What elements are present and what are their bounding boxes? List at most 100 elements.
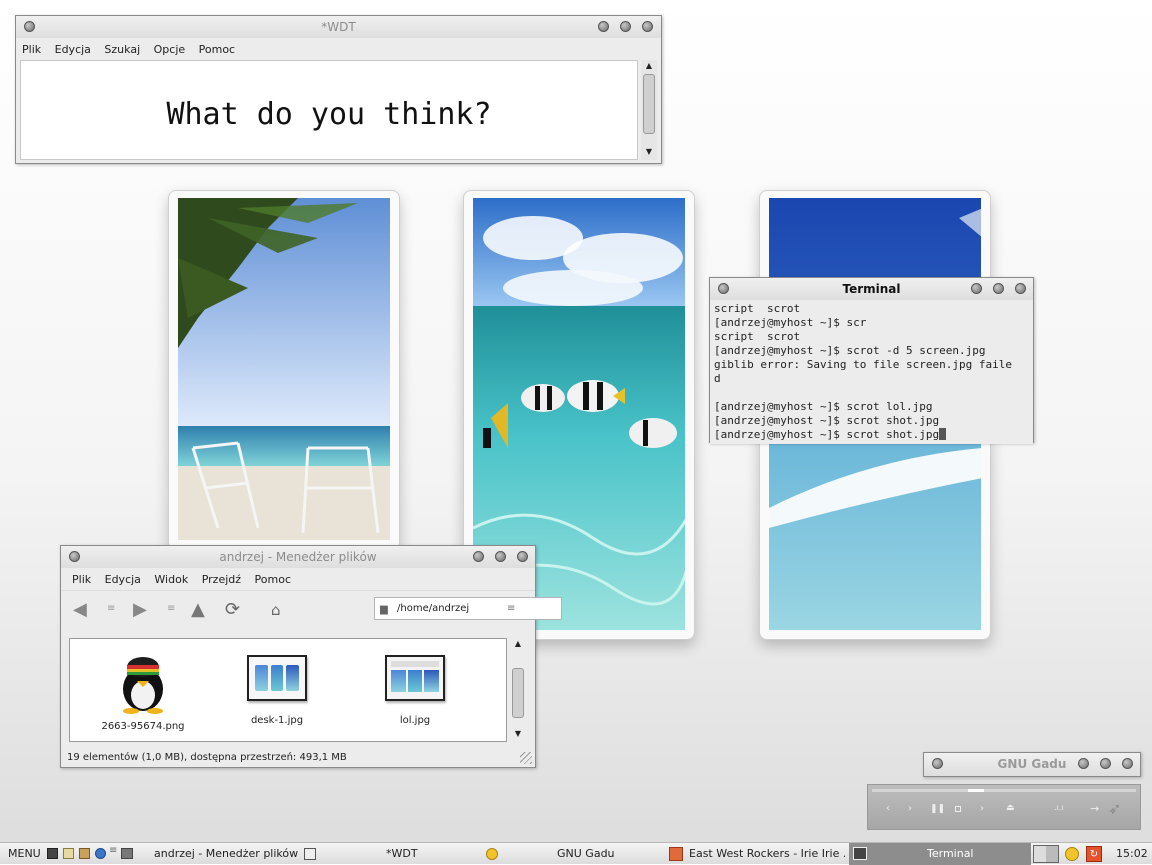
seek-handle[interactable] — [968, 789, 984, 792]
menu-edycja[interactable]: Edycja — [105, 570, 141, 590]
close-button[interactable] — [517, 551, 528, 562]
update-notifier-icon[interactable]: ↻ — [1086, 846, 1102, 862]
task-terminal-label: Terminal — [927, 847, 974, 860]
scroll-up-icon[interactable]: ▲ — [510, 638, 526, 650]
previous-icon[interactable]: ‹ — [886, 803, 890, 814]
player-task-icon — [669, 847, 683, 861]
resize-grip-icon[interactable] — [520, 752, 532, 764]
scroll-thumb[interactable] — [512, 668, 524, 718]
forward-history-icon[interactable]: ≡ — [167, 603, 187, 623]
terminal-line: [andrzej@myhost ~]$ scr — [714, 316, 867, 329]
maximize-button[interactable] — [993, 283, 1004, 294]
maximize-button[interactable] — [1100, 758, 1111, 769]
wdt-scrollbar[interactable]: ▲ ▼ — [641, 60, 657, 160]
back-history-icon[interactable]: ≡ — [107, 603, 127, 623]
menu-przejdz[interactable]: Przejdź — [202, 570, 241, 590]
refresh-icon[interactable]: ⟳ — [225, 599, 245, 620]
wdt-menubar: Plik Edycja Szukaj Opcje Pomoc — [16, 40, 661, 60]
menu-button[interactable]: MENU — [8, 843, 41, 865]
list-launcher-icon[interactable]: ≡ — [109, 845, 117, 856]
next-icon[interactable]: › — [980, 803, 984, 814]
terminal-titlebar[interactable]: Terminal — [710, 278, 1033, 300]
browser-launcher-icon[interactable] — [95, 848, 106, 859]
editor-launcher-icon[interactable] — [63, 848, 74, 859]
task-wdt[interactable]: *WDT — [386, 843, 418, 865]
files-launcher-icon[interactable] — [121, 848, 133, 859]
file-manager-titlebar[interactable]: andrzej - Menedżer plików — [61, 546, 535, 568]
home-icon[interactable]: ⌂ — [271, 601, 291, 621]
minimize-button[interactable] — [598, 21, 609, 32]
beach-image — [178, 198, 390, 540]
terminal-line: giblib error: Saving to file screen.jpg … — [714, 358, 1013, 371]
file-item[interactable]: lol.jpg — [360, 653, 470, 726]
editor-task-icon — [304, 848, 316, 860]
wdt-text: What do you think? — [166, 97, 492, 132]
terminal-output[interactable]: script scrot [andrzej@myhost ~]$ scr scrip… — [710, 300, 1033, 444]
rewind-icon[interactable]: › — [908, 803, 912, 814]
menu-pomoc[interactable]: Pomoc — [255, 570, 291, 590]
pause-icon[interactable]: ❚❚ — [930, 804, 945, 814]
terminal-line: script scrot — [714, 302, 801, 315]
back-arrow-icon[interactable]: ◀ — [73, 599, 93, 620]
terminal-line: [andrzej@myhost ~]$ scrot shot.jpg — [714, 414, 940, 427]
file-item[interactable]: 2663-95674.png — [88, 653, 198, 732]
minimize-button[interactable] — [971, 283, 982, 294]
file-item[interactable]: desk-1.jpg — [222, 653, 332, 726]
seek-bar[interactable] — [872, 789, 1136, 792]
menu-edycja[interactable]: Edycja — [55, 40, 91, 60]
scroll-up-icon[interactable]: ▲ — [641, 60, 657, 72]
volume-icon[interactable]: .ı.ı — [1054, 803, 1064, 812]
wdt-titlebar[interactable]: *WDT — [16, 16, 661, 38]
scroll-down-icon[interactable]: ▼ — [510, 728, 526, 740]
task-gnu-gadu[interactable]: GNU Gadu — [557, 843, 615, 865]
terminal-line: script scrot — [714, 330, 801, 343]
wallpaper-photo-beach — [168, 190, 400, 550]
location-menu-icon[interactable]: ≡ — [507, 603, 527, 623]
terminal-cursor — [939, 428, 947, 440]
bird-logo-icon: ➶ — [1108, 799, 1122, 818]
terminal-line: [andrzej@myhost ~]$ scrot shot.jpg — [714, 428, 940, 441]
menu-widok[interactable]: Widok — [154, 570, 188, 590]
desktop-pager-icon[interactable] — [1033, 845, 1059, 863]
menu-plik[interactable]: Plik — [22, 40, 41, 60]
minimize-button[interactable] — [473, 551, 484, 562]
menu-plik[interactable]: Plik — [72, 570, 91, 590]
terminal-task-icon — [853, 847, 867, 860]
close-button[interactable] — [1122, 758, 1133, 769]
forward-arrow-icon[interactable]: ▶ — [133, 599, 153, 620]
file-list-scrollbar[interactable]: ▲ ▼ — [510, 638, 526, 742]
notes-launcher-icon[interactable] — [79, 848, 90, 859]
menu-opcje[interactable]: Opcje — [154, 40, 186, 60]
task-terminal[interactable]: Terminal — [849, 843, 1031, 865]
file-list[interactable]: 2663-95674.png desk-1.jpg lol.jpg — [69, 638, 507, 742]
gadu-status-icon[interactable] — [1065, 847, 1079, 861]
clock: 15:02 — [1116, 847, 1148, 860]
penguin-image-icon — [123, 657, 163, 714]
file-manager-toolbar: ◀ ≡ ▶ ≡ ▲ ⟳ ⌂ ▆ /home/andrzej ≡ — [61, 590, 562, 626]
minimize-button[interactable] — [1078, 758, 1089, 769]
up-arrow-icon[interactable]: ▲ — [191, 599, 211, 620]
terminal-line: [andrzej@myhost ~]$ scrot -d 5 screen.jp… — [714, 344, 986, 357]
wdt-text-area[interactable]: What do you think? — [20, 60, 638, 160]
close-button[interactable] — [1015, 283, 1026, 294]
maximize-button[interactable] — [620, 21, 631, 32]
scroll-down-icon[interactable]: ▼ — [641, 146, 657, 158]
gnu-gadu-titlebar[interactable]: GNU Gadu — [924, 753, 1140, 776]
task-music-player[interactable]: East West Rockers - Irie Irie ... — [689, 843, 845, 865]
window-title: *WDT — [321, 20, 356, 34]
terminal-prompt-line[interactable]: [andrzej@myhost ~]$ scrot shot.jpg — [714, 428, 1029, 442]
menu-szukaj[interactable]: Szukaj — [104, 40, 140, 60]
repeat-icon[interactable]: → — [1090, 802, 1099, 815]
close-button[interactable] — [642, 21, 653, 32]
menu-pomoc[interactable]: Pomoc — [199, 40, 235, 60]
scroll-thumb[interactable] — [643, 74, 655, 134]
stop-icon[interactable] — [955, 806, 961, 812]
eject-icon[interactable]: ⏏ — [1006, 803, 1015, 813]
taskbar: MENU ≡ andrzej - Menedżer plików *WDT GN… — [0, 842, 1152, 865]
status-bar: 19 elementów (1,0 MB), dostępna przestrz… — [67, 752, 347, 763]
gnu-gadu-window: GNU Gadu — [923, 752, 1141, 777]
terminal-launcher-icon[interactable] — [47, 848, 58, 859]
maximize-button[interactable] — [495, 551, 506, 562]
location-field[interactable]: ▆ /home/andrzej — [374, 597, 562, 620]
task-file-manager[interactable]: andrzej - Menedżer plików — [154, 843, 298, 865]
